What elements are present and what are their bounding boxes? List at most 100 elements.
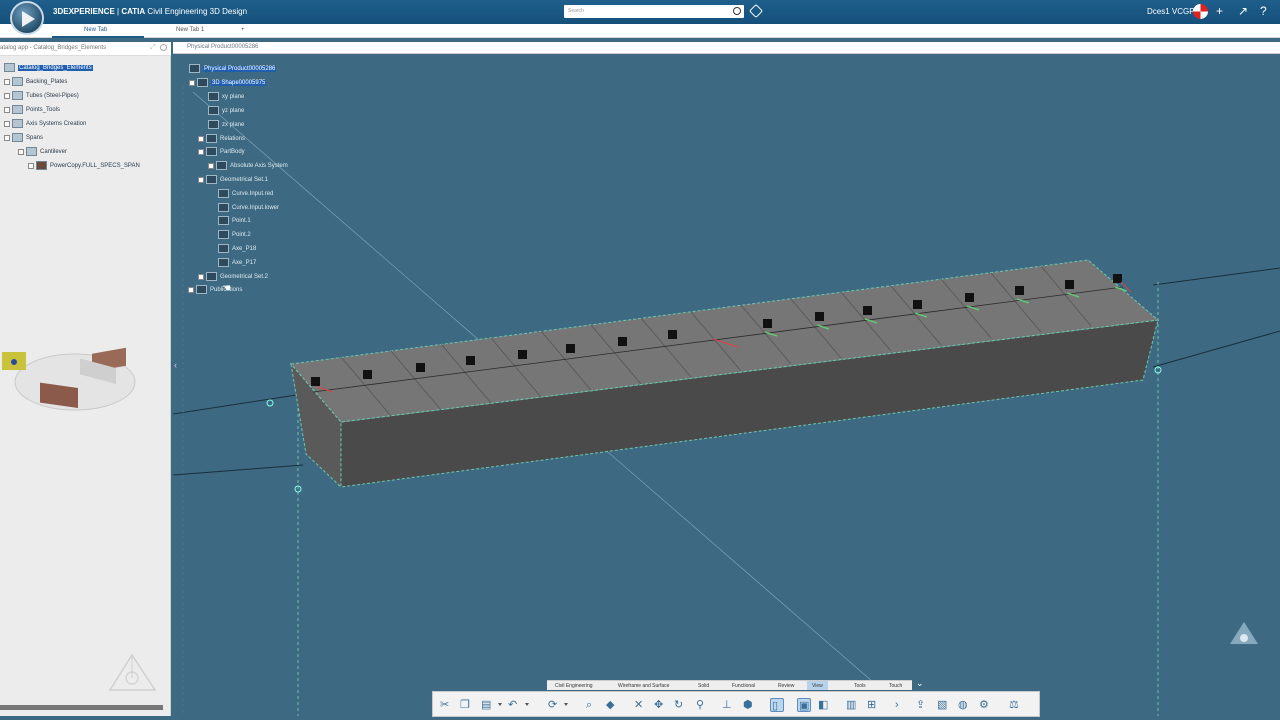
tree-item-3d-shape[interactable]: 3D Shape00005975 bbox=[189, 78, 267, 87]
cube-view-icon[interactable]: ▧ bbox=[936, 698, 950, 712]
tree-item-partbody[interactable]: PartBody bbox=[198, 147, 245, 156]
cut-icon[interactable]: ✂ bbox=[439, 698, 453, 712]
point-icon bbox=[218, 216, 229, 225]
shading-edges-icon[interactable]: ▣ bbox=[797, 698, 811, 712]
tab-civil-engineering[interactable]: Civil Engineering bbox=[555, 683, 593, 689]
layout-icon[interactable]: ⊞ bbox=[866, 698, 880, 712]
viewport-compass-icon[interactable] bbox=[1228, 620, 1260, 648]
search-input[interactable]: Search bbox=[568, 8, 584, 14]
tree-item-relations[interactable]: Relations bbox=[198, 134, 245, 143]
share-icon[interactable]: ↗ bbox=[1238, 4, 1248, 18]
tree-item-axe-p18[interactable]: Axe_P18 bbox=[218, 244, 256, 253]
expand-toggle[interactable] bbox=[4, 120, 10, 127]
tree-item-curve-input-lower[interactable]: Curve.Input.lower bbox=[218, 203, 279, 212]
add-icon[interactable]: + bbox=[1216, 4, 1223, 18]
tree-item-yz-plane[interactable]: yz plane bbox=[208, 106, 244, 115]
expand-toggle[interactable] bbox=[198, 273, 204, 280]
expand-toggle[interactable] bbox=[208, 162, 214, 169]
measure-icon[interactable]: ⚖ bbox=[1008, 698, 1022, 712]
iso-view-icon[interactable]: ⬢ bbox=[742, 698, 756, 712]
expand-toggle[interactable] bbox=[188, 286, 194, 293]
tab-review[interactable]: Review bbox=[778, 683, 794, 689]
settings-icon[interactable]: ⚙ bbox=[978, 698, 992, 712]
zoom-area-icon[interactable]: ⚲ bbox=[695, 698, 709, 712]
compass-icon[interactable] bbox=[10, 1, 44, 35]
part-icon bbox=[197, 78, 208, 87]
tree-item-absolute-axis-system[interactable]: Absolute Axis System bbox=[208, 161, 288, 170]
normal-view-icon[interactable]: ⊥ bbox=[721, 698, 735, 712]
user-name[interactable]: Dces1 VCGP bbox=[1147, 7, 1195, 16]
tree-item-geometrical-set-2[interactable]: Geometrical Set.2 bbox=[198, 272, 268, 281]
material-icon[interactable]: ▥ bbox=[845, 698, 859, 712]
tree-item-axis-systems[interactable]: Axis Systems Creation bbox=[4, 119, 86, 128]
avatar[interactable] bbox=[1193, 4, 1208, 19]
tree-item-points-tools[interactable]: Points_Tools bbox=[4, 105, 60, 114]
compass-3d-icon[interactable] bbox=[105, 650, 160, 700]
expand-toggle[interactable] bbox=[4, 106, 10, 113]
undo-dropdown-icon[interactable] bbox=[525, 703, 529, 706]
tree-item-cantilever[interactable]: Cantilever bbox=[18, 147, 67, 156]
tree-item-axe-p17[interactable]: Axe_P17 bbox=[218, 258, 256, 267]
point-icon bbox=[218, 230, 229, 239]
help-icon[interactable]: ? bbox=[1260, 4, 1267, 18]
expand-icon[interactable]: ⤢ bbox=[150, 44, 156, 52]
undo-icon[interactable]: ↶ bbox=[507, 698, 521, 712]
tree-item-spans[interactable]: Spans bbox=[4, 133, 43, 142]
tree-item-zx-plane[interactable]: zx plane bbox=[208, 120, 244, 129]
tree-root-catalog[interactable]: Catalog_Bridges_Elements bbox=[4, 63, 93, 72]
tree-item-backing-plates[interactable]: Backing_Plates bbox=[4, 77, 67, 86]
bridge-3d-model[interactable] bbox=[173, 42, 1280, 716]
add-tab-button[interactable]: + bbox=[241, 27, 245, 33]
tree-item-tubes[interactable]: Tubes (Steel-Pipes) bbox=[4, 91, 79, 100]
tab-solid[interactable]: Solid bbox=[698, 683, 709, 689]
expand-toggle[interactable] bbox=[4, 78, 10, 85]
collapse-panel-arrow-icon[interactable]: ‹ bbox=[174, 360, 177, 370]
share-view-icon[interactable]: ⇪ bbox=[915, 698, 929, 712]
3d-viewport[interactable]: Physical Product00005286 Physical Produc… bbox=[173, 42, 1280, 716]
collapse-toggle[interactable] bbox=[18, 148, 24, 155]
rotate-icon[interactable]: ↻ bbox=[673, 698, 687, 712]
collapse-toggle[interactable] bbox=[4, 134, 10, 141]
zoom-icon[interactable]: ⌕ bbox=[585, 698, 599, 712]
tree-item-geometrical-set-1[interactable]: Geometrical Set.1 bbox=[198, 175, 268, 184]
tree-item-physical-product[interactable]: Physical Product00005286 bbox=[189, 64, 277, 73]
update-dropdown-icon[interactable] bbox=[564, 703, 568, 706]
paste-dropdown-icon[interactable] bbox=[498, 703, 502, 706]
pan-icon[interactable]: ✥ bbox=[653, 698, 667, 712]
search-icon[interactable] bbox=[733, 7, 741, 15]
collapse-toggle[interactable] bbox=[198, 176, 204, 183]
next-icon[interactable]: › bbox=[894, 698, 908, 712]
tag-icon[interactable] bbox=[748, 3, 764, 19]
horizontal-scrollbar[interactable] bbox=[0, 705, 163, 710]
expand-toggle[interactable] bbox=[4, 92, 10, 99]
tree-item-point-1[interactable]: Point.1 bbox=[218, 216, 251, 225]
tree-item-xy-plane[interactable]: xy plane bbox=[208, 92, 244, 101]
tab-new-tab[interactable]: New Tab bbox=[84, 27, 107, 33]
tree-item-curve-input-red[interactable]: Curve.Input.red bbox=[218, 189, 273, 198]
expand-toggle[interactable] bbox=[198, 135, 204, 142]
update-icon[interactable]: ⟳ bbox=[547, 698, 561, 712]
tab-new-tab-1[interactable]: New Tab 1 bbox=[176, 27, 204, 33]
collapse-toggle[interactable] bbox=[198, 148, 204, 155]
tab-touch[interactable]: Touch bbox=[889, 683, 902, 689]
tab-tools[interactable]: Tools bbox=[854, 683, 866, 689]
tab-wireframe-and-surface[interactable]: Wireframe and Surface bbox=[618, 683, 669, 689]
close-icon[interactable] bbox=[160, 44, 167, 51]
chevron-down-icon[interactable]: ⌄ bbox=[916, 678, 924, 689]
tree-item-point-2[interactable]: Point.2 bbox=[218, 230, 251, 239]
tree-item-powercopy[interactable]: PowerCopy.FULL_SPECS_SPAN bbox=[28, 161, 140, 170]
copy-icon[interactable]: ❐ bbox=[459, 698, 473, 712]
tab-view[interactable]: View bbox=[807, 681, 828, 690]
expand-toggle[interactable] bbox=[28, 162, 34, 169]
paste-icon[interactable]: ▤ bbox=[480, 698, 494, 712]
search-field[interactable]: Search bbox=[564, 5, 744, 18]
collapse-toggle[interactable] bbox=[189, 79, 195, 86]
tree-item-publications[interactable]: Publications bbox=[188, 285, 242, 294]
hide-show-icon[interactable]: ◧ bbox=[817, 698, 831, 712]
catalog-preview-image[interactable] bbox=[0, 322, 150, 432]
view-cube-icon[interactable]: ◆ bbox=[605, 698, 619, 712]
fit-all-icon[interactable]: ✕ bbox=[633, 698, 647, 712]
tab-functional[interactable]: Functional bbox=[732, 683, 755, 689]
globe-icon[interactable]: ◍ bbox=[957, 698, 971, 712]
render-style-icon[interactable]: ▯ bbox=[770, 698, 784, 712]
